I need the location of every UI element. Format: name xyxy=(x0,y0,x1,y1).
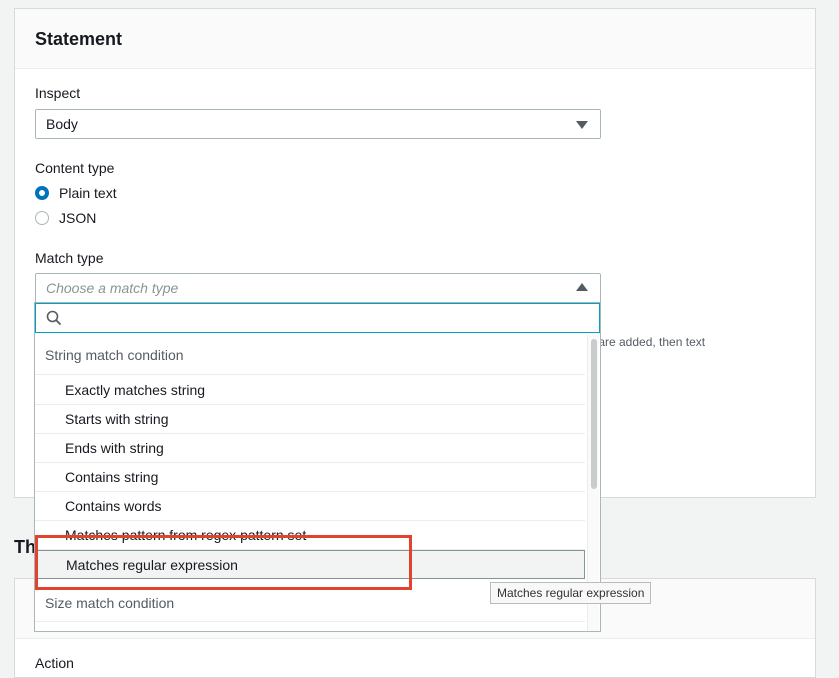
statement-header: Statement xyxy=(15,9,815,69)
option-starts-with[interactable]: Starts with string xyxy=(35,405,585,434)
match-type-label: Match type xyxy=(35,250,104,266)
dropdown-divider xyxy=(35,621,585,622)
caret-down-icon xyxy=(576,121,588,129)
caret-up-icon xyxy=(576,283,588,291)
statement-title: Statement xyxy=(35,29,123,49)
inspect-label: Inspect xyxy=(35,85,81,101)
content-type-label: Content type xyxy=(35,160,115,176)
radio-plain-text-label: Plain text xyxy=(59,185,117,201)
section2-title: Th xyxy=(14,537,36,557)
radio-checked-icon[interactable] xyxy=(35,186,49,200)
action-label: Action xyxy=(35,655,74,671)
dropdown-search-input[interactable] xyxy=(35,303,600,333)
option-tooltip: Matches regular expression xyxy=(490,582,652,604)
radio-json-label: JSON xyxy=(59,210,97,226)
inspect-select[interactable]: Body xyxy=(35,109,601,139)
search-icon xyxy=(46,310,62,326)
match-type-description: s are added, then text xyxy=(589,335,706,349)
group-string-match: String match condition xyxy=(35,335,585,375)
option-contains-string[interactable]: Contains string xyxy=(35,463,585,492)
radio-json[interactable]: JSON xyxy=(35,208,96,228)
radio-unchecked-icon[interactable] xyxy=(35,211,49,225)
match-type-select[interactable]: Choose a match type xyxy=(35,273,601,303)
option-contains-words[interactable]: Contains words xyxy=(35,492,585,521)
match-type-placeholder: Choose a match type xyxy=(46,280,179,296)
inspect-value: Body xyxy=(46,116,78,132)
option-ends-with[interactable]: Ends with string xyxy=(35,434,585,463)
option-exactly-matches[interactable]: Exactly matches string xyxy=(35,376,585,405)
radio-plain-text[interactable]: Plain text xyxy=(35,183,117,203)
annotation-highlight-box xyxy=(35,535,412,590)
scrollbar-thumb[interactable] xyxy=(591,339,597,489)
